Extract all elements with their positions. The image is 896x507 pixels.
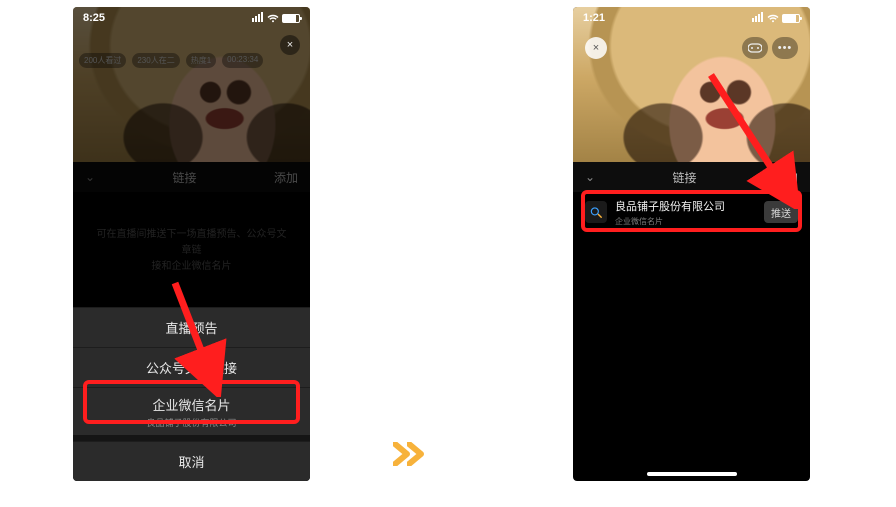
more-icon[interactable]: •••	[772, 37, 798, 59]
status-bar: 8:25	[73, 7, 310, 29]
phone-right: 1:21 × ••• ⌄ 链接 添加 良品铺子股份有限公司 企业微信名片 推送	[573, 7, 810, 481]
game-icon[interactable]	[742, 37, 768, 59]
signal-icon	[752, 12, 764, 25]
card-title: 良品铺子股份有限公司	[615, 198, 756, 214]
flow-chevron-icon	[393, 442, 427, 466]
enterprise-wechat-icon	[585, 201, 607, 223]
status-time: 1:21	[583, 12, 605, 24]
battery-icon	[782, 14, 800, 23]
chevron-down-icon[interactable]: ⌄	[585, 170, 595, 184]
status-icons	[752, 12, 800, 25]
wifi-icon	[767, 14, 779, 23]
link-add-button[interactable]: 添加	[774, 169, 798, 186]
status-bar: 1:21	[573, 7, 810, 29]
home-indicator[interactable]	[647, 472, 737, 476]
battery-icon	[282, 14, 300, 23]
signal-icon	[252, 12, 264, 25]
sheet-cancel-button[interactable]: 取消	[73, 441, 310, 481]
close-icon[interactable]: ×	[585, 37, 607, 59]
video-hero-image	[573, 7, 810, 162]
link-header-title: 链接	[673, 169, 697, 186]
link-header-row: ⌄ 链接 添加	[573, 162, 810, 192]
close-icon[interactable]: ×	[280, 35, 300, 55]
sheet-option-article-link[interactable]: 公众号文章链接	[73, 347, 310, 387]
action-sheet: 直播预告 公众号文章链接 企业微信名片 良品铺子股份有限公司 取消	[73, 307, 310, 481]
wifi-icon	[267, 14, 279, 23]
sheet-option-live-preview[interactable]: 直播预告	[73, 307, 310, 347]
status-icons	[252, 12, 300, 25]
enterprise-card-row[interactable]: 良品铺子股份有限公司 企业微信名片 推送	[585, 194, 798, 230]
push-button[interactable]: 推送	[764, 201, 798, 223]
card-text: 良品铺子股份有限公司 企业微信名片	[615, 198, 756, 227]
sheet-option-enterprise-card[interactable]: 企业微信名片 良品铺子股份有限公司	[73, 387, 310, 435]
status-time: 8:25	[83, 12, 105, 24]
card-subtitle: 企业微信名片	[615, 216, 756, 227]
phone-left: 8:25 200人看过 230人在二 热度1 00:23:34 × ⌄ 链接 添…	[73, 7, 310, 481]
